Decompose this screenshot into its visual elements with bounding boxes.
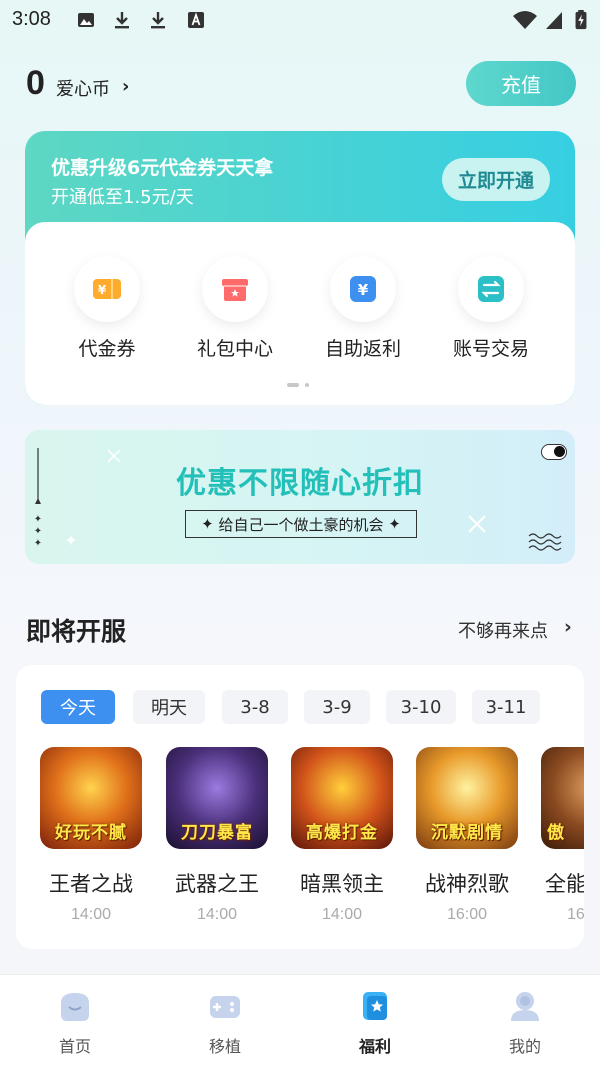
promo-title: 优惠升级6元代金券天天拿 [51, 157, 274, 179]
more-label: 不够再来点 [458, 621, 548, 642]
svg-text:¥: ¥ [358, 281, 369, 299]
game-name: 暗黑领主 [300, 872, 384, 896]
feature-rebate[interactable]: ¥ 自助返利 [308, 256, 418, 361]
game-name: 王者之战 [49, 872, 133, 896]
feature-label: 代金券 [78, 338, 136, 360]
date-tab[interactable]: 明天 [133, 690, 205, 724]
download-icon [115, 12, 129, 29]
feature-account-trade[interactable]: 账号交易 [436, 256, 546, 361]
status-bar: 3:08 [0, 0, 600, 44]
voucher-icon: ¥ [93, 279, 121, 299]
svg-text:✦: ✦ [64, 531, 77, 550]
exchange-icon [478, 276, 504, 302]
image-icon [78, 13, 94, 27]
feature-grid: ¥ 代金券 礼包中心 ¥ 自助返利 账号交易 [25, 222, 575, 405]
a-box-icon [188, 12, 204, 28]
game-open-time: 14:00 [321, 906, 363, 923]
svg-text:✦: ✦ [34, 526, 42, 537]
game-name: 武器之王 [175, 872, 259, 896]
gamepad-icon [210, 996, 240, 1018]
game-card[interactable]: 傲 全能 16 [541, 747, 584, 924]
game-thumbnail-caption: 沉默剧情 [431, 823, 503, 843]
game-card[interactable]: 高爆打金 暗黑领主 14:00 [291, 747, 393, 924]
nav-home[interactable]: 首页 [25, 989, 125, 1057]
game-open-time: 14:00 [70, 906, 112, 923]
section-title: 即将开服 [26, 617, 127, 646]
game-open-time: 14:00 [196, 906, 238, 923]
date-tab[interactable]: 3-8 [222, 690, 288, 724]
signal-icon [546, 12, 562, 29]
feature-gift-center[interactable]: 礼包中心 [180, 256, 290, 361]
home-icon [61, 993, 89, 1021]
nav-profile[interactable]: 我的 [475, 989, 575, 1057]
game-thumbnail: 高爆打金 [291, 747, 393, 849]
game-card[interactable]: 好玩不腻 王者之战 14:00 [40, 747, 142, 924]
rebate-icon: ¥ [350, 276, 376, 302]
svg-text:✦: ✦ [34, 538, 42, 549]
vip-promo-card: 优惠升级6元代金券天天拿 开通低至1.5元/天 立即开通 ¥ 代金券 礼包中心 … [25, 131, 575, 405]
game-thumbnail: 好玩不腻 [40, 747, 142, 849]
recharge-button[interactable]: 充值 [466, 61, 576, 106]
download-icon [151, 12, 165, 29]
welfare-star-icon [363, 992, 387, 1020]
banner-tagline: ✦ 给自己一个做土豪的机会 ✦ [185, 510, 417, 538]
chevron-right-icon: › [122, 76, 130, 97]
game-card[interactable]: 刀刀暴富 武器之王 14:00 [166, 747, 268, 924]
date-tab[interactable]: 今天 [41, 690, 115, 724]
date-tab[interactable]: 3-11 [472, 690, 540, 724]
profile-icon [511, 992, 539, 1021]
coin-count: 0 [26, 64, 45, 102]
bottom-nav: 首页 移植 福利 我的 [0, 974, 600, 1066]
nav-label: 我的 [508, 1037, 541, 1056]
date-tab[interactable]: 3-9 [304, 690, 370, 724]
game-thumbnail-caption: 高爆打金 [306, 823, 378, 843]
game-name: 战神烈歌 [425, 872, 509, 896]
upcoming-server-list: 今天 明天 3-8 3-9 3-10 3-11 好玩不腻 王者之战 14:00 … [16, 665, 584, 949]
svg-text:✦: ✦ [34, 514, 42, 525]
game-open-time: 16 [567, 906, 584, 923]
status-time: 3:08 [12, 8, 51, 30]
feature-label: 账号交易 [452, 338, 529, 360]
coin-label: 爱心币 [56, 79, 110, 100]
feature-label: 礼包中心 [196, 338, 273, 360]
discount-banner[interactable]: ✦ ✦ ✦ ✦ 优惠不限随心折扣 ✦ 给自己一个做土豪的机会 ✦ [25, 430, 575, 564]
game-thumbnail-caption: 刀刀暴富 [181, 823, 253, 843]
date-tab[interactable]: 3-10 [386, 690, 456, 724]
wifi-icon [513, 11, 537, 29]
game-card[interactable]: 沉默剧情 战神烈歌 16:00 [416, 747, 518, 924]
gift-box-icon [222, 279, 248, 301]
chevron-right-icon: › [564, 616, 572, 638]
battery-icon [575, 10, 587, 30]
banner-title: 优惠不限随心折扣 [176, 466, 424, 501]
nav-transplant[interactable]: 移植 [175, 989, 275, 1057]
game-name: 全能 [545, 872, 584, 896]
nav-label: 移植 [208, 1037, 241, 1056]
svg-text:¥: ¥ [98, 283, 107, 297]
nav-welfare[interactable]: 福利 [325, 989, 425, 1057]
nav-label: 福利 [358, 1037, 391, 1056]
feature-label: 自助返利 [324, 338, 401, 360]
game-thumbnail-caption: 好玩不腻 [55, 823, 127, 843]
feature-voucher[interactable]: ¥ 代金券 [52, 256, 162, 361]
open-now-button[interactable]: 立即开通 [442, 158, 550, 201]
promo-subtitle: 开通低至1.5元/天 [51, 187, 194, 208]
game-thumbnail-caption: 傲 [547, 823, 565, 843]
game-thumbnail: 傲 [541, 747, 584, 849]
nav-label: 首页 [58, 1037, 91, 1056]
game-thumbnail: 刀刀暴富 [166, 747, 268, 849]
game-thumbnail: 沉默剧情 [416, 747, 518, 849]
game-open-time: 16:00 [446, 906, 488, 923]
toggle-icon [541, 444, 567, 460]
